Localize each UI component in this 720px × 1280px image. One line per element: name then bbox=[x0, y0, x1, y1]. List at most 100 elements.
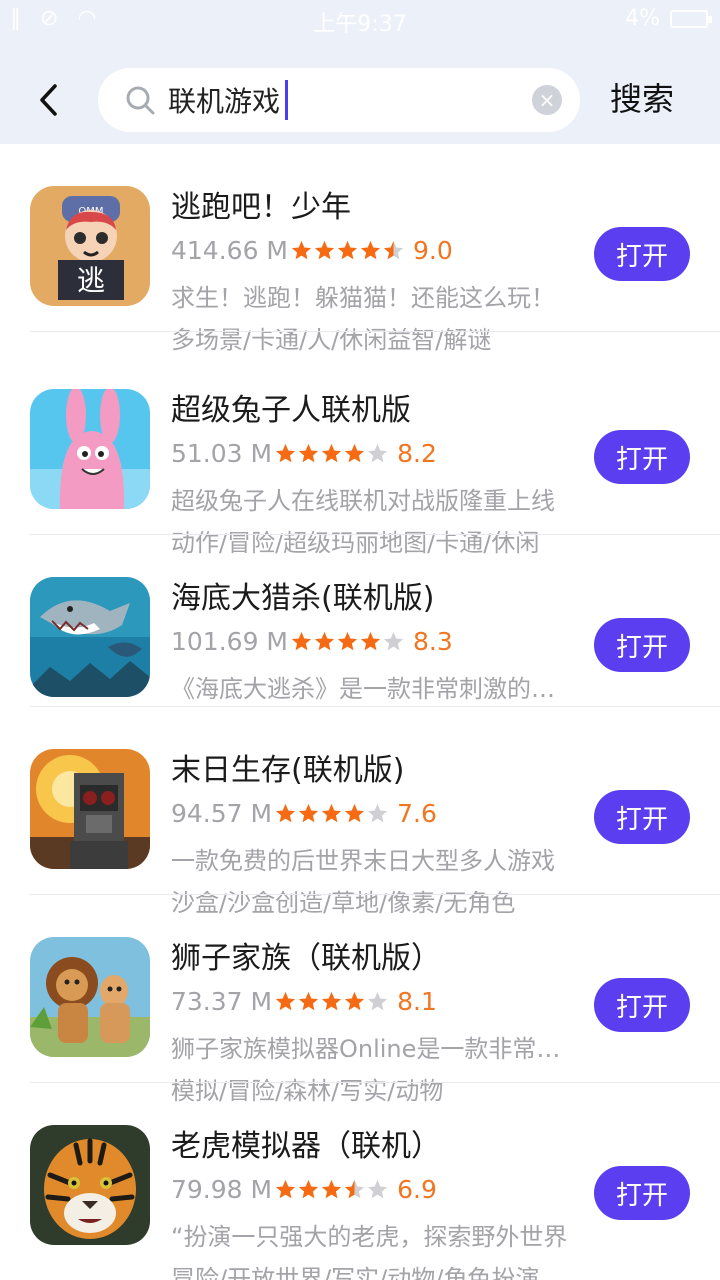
search-button[interactable]: 搜索 bbox=[610, 74, 674, 124]
app-rating: 8.2 bbox=[397, 438, 437, 468]
app-title: 海底大猎杀(联机版) bbox=[171, 581, 435, 616]
star-full-icon bbox=[345, 443, 365, 462]
app-title: 老虎模拟器（联机） bbox=[171, 1129, 441, 1164]
star-empty-icon bbox=[368, 803, 388, 822]
list-item[interactable]: OMM 逃 逃跑吧！少年 414.66 M 9.0 求生！逃跑！躲猫猫！还 bbox=[0, 144, 720, 352]
search-input[interactable] bbox=[168, 78, 528, 122]
app-icon-escape: OMM 逃 bbox=[30, 186, 150, 306]
battery-percent: 4% bbox=[625, 6, 660, 31]
app-title: 狮子家族（联机版） bbox=[171, 941, 441, 976]
app-description: “扮演一只强大的老虎，探索野外世界 bbox=[171, 1223, 568, 1251]
app-title: 末日生存(联机版) bbox=[171, 753, 405, 788]
status-bar: ∥ ⊘ ◠ 上午9:37 4% bbox=[0, 0, 720, 40]
star-half-icon bbox=[345, 1179, 365, 1198]
app-rating: 8.1 bbox=[397, 986, 437, 1016]
open-button[interactable]: 打开 bbox=[594, 430, 690, 484]
rating-stars bbox=[290, 630, 405, 653]
app-icon-lion-family bbox=[30, 937, 150, 1057]
star-full-icon bbox=[322, 991, 342, 1010]
app-meta: 94.57 M 7.6 bbox=[171, 795, 437, 831]
open-button[interactable]: 打开 bbox=[594, 978, 690, 1032]
star-empty-icon bbox=[368, 443, 388, 462]
list-item[interactable]: 老虎模拟器（联机） 79.98 M 6.9 “扮演一只强大的老虎，探索野外世界 … bbox=[0, 1083, 720, 1280]
star-full-icon bbox=[360, 240, 381, 259]
star-full-icon bbox=[322, 443, 342, 462]
star-full-icon bbox=[299, 803, 319, 822]
battery-status: 4% bbox=[625, 6, 712, 31]
star-full-icon bbox=[276, 443, 296, 462]
star-full-icon bbox=[360, 631, 381, 650]
list-item[interactable]: 超级兔子人联机版 51.03 M 8.2 超级兔子人在线联机对战版隆重上线 动作… bbox=[0, 347, 720, 555]
star-full-icon bbox=[276, 1179, 296, 1198]
back-button[interactable] bbox=[28, 78, 68, 122]
star-full-icon bbox=[322, 1179, 342, 1198]
star-full-icon bbox=[314, 631, 335, 650]
app-meta: 51.03 M 8.2 bbox=[171, 435, 437, 471]
app-icon-tiger-sim bbox=[30, 1125, 150, 1245]
search-box[interactable]: × bbox=[98, 68, 580, 132]
search-icon bbox=[126, 86, 155, 115]
star-full-icon bbox=[276, 991, 296, 1010]
divider bbox=[30, 331, 720, 332]
app-size: 94.57 M bbox=[171, 798, 273, 828]
open-button[interactable]: 打开 bbox=[594, 1166, 690, 1220]
app-icon-deep-sea bbox=[30, 577, 150, 697]
svg-text:逃: 逃 bbox=[77, 264, 105, 297]
star-full-icon bbox=[322, 803, 342, 822]
app-title: 逃跑吧！少年 bbox=[171, 190, 351, 225]
star-half-icon bbox=[383, 240, 404, 259]
list-item[interactable]: 末日生存(联机版) 94.57 M 7.6 一款免费的后世界末日大型多人游戏 沙… bbox=[0, 707, 720, 915]
app-size: 73.37 M bbox=[171, 986, 273, 1016]
header-bar: ∥ ⊘ ◠ 上午9:37 4% × 搜索 bbox=[0, 0, 720, 144]
app-tags: 冒险/开放世界/写实/动物/角色扮演 bbox=[171, 1265, 540, 1280]
star-empty-icon bbox=[368, 991, 388, 1010]
star-full-icon bbox=[337, 240, 358, 259]
app-size: 51.03 M bbox=[171, 438, 273, 468]
open-button[interactable]: 打开 bbox=[594, 618, 690, 672]
app-meta: 73.37 M 8.1 bbox=[171, 983, 437, 1019]
clear-search-button[interactable]: × bbox=[532, 85, 562, 115]
rating-stars bbox=[274, 990, 389, 1013]
text-cursor bbox=[285, 80, 288, 120]
app-icon-doomsday bbox=[30, 749, 150, 869]
app-title: 超级兔子人联机版 bbox=[171, 393, 411, 428]
app-meta: 101.69 M 8.3 bbox=[171, 623, 453, 659]
rating-stars bbox=[274, 802, 389, 825]
status-time: 上午9:37 bbox=[313, 12, 407, 37]
open-button[interactable]: 打开 bbox=[594, 790, 690, 844]
star-full-icon bbox=[299, 1179, 319, 1198]
rating-stars bbox=[274, 1178, 389, 1201]
app-rating: 9.0 bbox=[413, 235, 453, 265]
chevron-left-icon bbox=[40, 84, 57, 116]
list-item[interactable]: 海底大猎杀(联机版) 101.69 M 8.3 《海底大逃杀》是一款非常刺激的游… bbox=[0, 535, 720, 707]
star-full-icon bbox=[299, 443, 319, 462]
list-item[interactable]: 狮子家族（联机版） 73.37 M 8.1 狮子家族模拟器Online是一款非常… bbox=[0, 895, 720, 1103]
app-icon-super-bunny bbox=[30, 389, 150, 509]
app-meta: 414.66 M 9.0 bbox=[171, 232, 453, 268]
star-empty-icon bbox=[383, 631, 404, 650]
star-full-icon bbox=[314, 240, 335, 259]
star-full-icon bbox=[337, 631, 358, 650]
battery-icon bbox=[670, 9, 712, 28]
star-full-icon bbox=[345, 991, 365, 1010]
app-description: 一款免费的后世界末日大型多人游戏 bbox=[171, 847, 555, 875]
star-full-icon bbox=[276, 803, 296, 822]
open-button[interactable]: 打开 bbox=[594, 227, 690, 281]
app-description: 求生！逃跑！躲猫猫！还能这么玩！ bbox=[171, 284, 555, 312]
app-size: 414.66 M bbox=[171, 235, 288, 265]
app-description: 《海底大逃杀》是一款非常刺激的游戏 bbox=[171, 675, 571, 703]
app-rating: 6.9 bbox=[397, 1174, 437, 1204]
star-full-icon bbox=[299, 991, 319, 1010]
rating-stars bbox=[274, 442, 389, 465]
rating-stars bbox=[290, 239, 405, 262]
app-size: 79.98 M bbox=[171, 1174, 273, 1204]
star-empty-icon bbox=[368, 1179, 388, 1198]
close-icon: × bbox=[538, 88, 556, 112]
star-full-icon bbox=[291, 631, 312, 650]
app-meta: 79.98 M 6.9 bbox=[171, 1171, 437, 1207]
app-rating: 8.3 bbox=[413, 626, 453, 656]
app-size: 101.69 M bbox=[171, 626, 288, 656]
app-description: 狮子家族模拟器Online是一款非常好玩 bbox=[171, 1035, 571, 1063]
app-rating: 7.6 bbox=[397, 798, 437, 828]
star-full-icon bbox=[345, 803, 365, 822]
